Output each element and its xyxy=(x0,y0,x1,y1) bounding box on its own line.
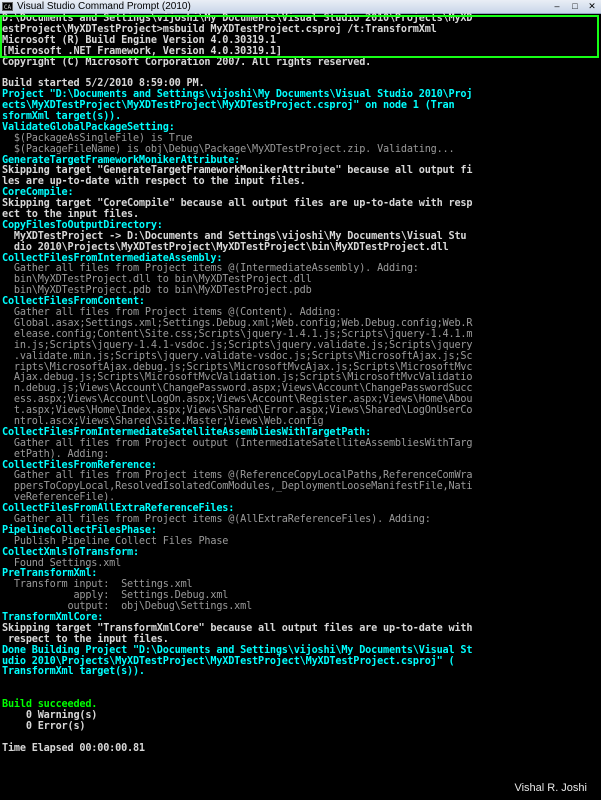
console-line: Copyright (C) Microsoft Corporation 2007… xyxy=(2,56,372,68)
console-line: 0 Error(s) xyxy=(2,720,86,732)
author-watermark: Vishal R. Joshi xyxy=(514,782,587,794)
console-line: in.js;Scripts\jquery-1.4.1-vsdoc.js;Scri… xyxy=(2,339,473,351)
console-line: les are up-to-date with respect to the i… xyxy=(2,176,306,188)
console-line: CollectXmlsToTransform: xyxy=(2,546,139,558)
maximize-button[interactable]: □ xyxy=(567,1,583,12)
console-line: dio 2010\Projects\MyXDTestProject\MyXDTe… xyxy=(2,241,449,253)
console-line: Publish Pipeline Collect Files Phase xyxy=(2,535,229,547)
console-line: etPath). Adding: xyxy=(2,448,110,460)
window-title: Visual Studio Command Prompt (2010) xyxy=(17,1,191,12)
title-bar[interactable]: CA Visual Studio Command Prompt (2010) –… xyxy=(0,0,601,14)
console-output[interactable]: D:\Documents and Settings\vijoshi\My Doc… xyxy=(0,13,601,800)
console-app-icon[interactable]: CA xyxy=(2,2,13,11)
console-line: $(PackageFileName) is obj\Debug\Package\… xyxy=(2,143,455,155)
console-line: Gather all files from Project output (In… xyxy=(2,437,473,449)
console-line: Done Building Project "D:\Documents and … xyxy=(2,644,473,656)
minimize-button[interactable]: – xyxy=(549,1,565,12)
close-button[interactable]: ✕ xyxy=(584,1,600,12)
console-line: .validate.min.js;Scripts\jquery.validate… xyxy=(2,350,473,362)
console-line: TransformXml target(s)). xyxy=(2,666,145,678)
console-line: [Microsoft .NET Framework, Version 4.0.3… xyxy=(2,45,282,57)
console-line: Time Elapsed 00:00:00.81 xyxy=(2,742,145,754)
console-line: 0 Warning(s) xyxy=(2,710,98,721)
